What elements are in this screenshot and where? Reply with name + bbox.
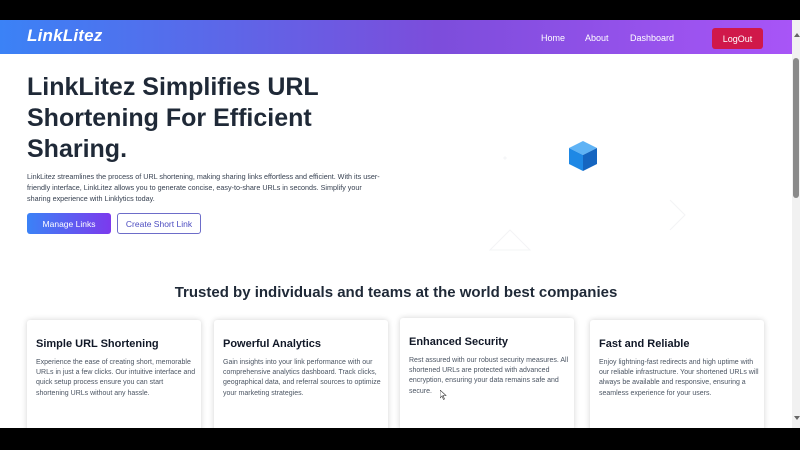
create-short-link-button[interactable]: Create Short Link <box>117 213 201 234</box>
feature-card-text: Rest assured with our robust security me… <box>409 357 569 395</box>
trusted-section-title: Trusted by individuals and teams at the … <box>174 284 618 301</box>
nav-about-link[interactable]: About <box>585 33 609 43</box>
hero-title: LinkLitez Simplifies URL Shortening For … <box>27 73 319 163</box>
browser-viewport: LinkLitez Home About Dashboard LogOut Li… <box>0 20 792 428</box>
feature-card-title: Enhanced Security <box>409 336 509 348</box>
feature-card-text: Experience the ease of creating short, m… <box>36 359 196 397</box>
navbar: LinkLitez Home About Dashboard LogOut <box>0 20 792 54</box>
feature-card-title: Powerful Analytics <box>223 338 322 350</box>
scroll-down-arrow-icon[interactable] <box>794 416 800 420</box>
feature-card-security: Enhanced Security Rest assured with our … <box>400 318 574 428</box>
feature-card-title: Fast and Reliable <box>599 338 690 350</box>
logout-button[interactable]: LogOut <box>712 28 763 49</box>
scroll-up-arrow-icon[interactable] <box>794 33 800 37</box>
cube-icon <box>569 141 597 171</box>
logo[interactable]: LinkLitez <box>27 26 102 46</box>
feature-card-analytics: Powerful Analytics Gain insights into yo… <box>214 320 388 428</box>
mouse-cursor-icon <box>440 390 447 400</box>
feature-card-title: Simple URL Shortening <box>36 338 159 350</box>
feature-card-text: Gain insights into your link performance… <box>223 359 381 397</box>
nav-home-link[interactable]: Home <box>541 33 565 43</box>
feature-card-text: Enjoy lightning-fast redirects and high … <box>599 359 759 397</box>
screen-bottom-border <box>0 428 800 450</box>
hero-description: LinkLitez streamlines the process of URL… <box>27 172 380 203</box>
manage-links-button[interactable]: Manage Links <box>27 213 111 234</box>
nav-dashboard-link[interactable]: Dashboard <box>630 33 674 43</box>
feature-card-fast-reliable: Fast and Reliable Enjoy lightning-fast r… <box>590 320 764 428</box>
feature-card-url-shortening: Simple URL Shortening Experience the eas… <box>27 320 201 428</box>
scrollbar-thumb[interactable] <box>793 58 799 198</box>
screen-top-border <box>0 0 800 20</box>
